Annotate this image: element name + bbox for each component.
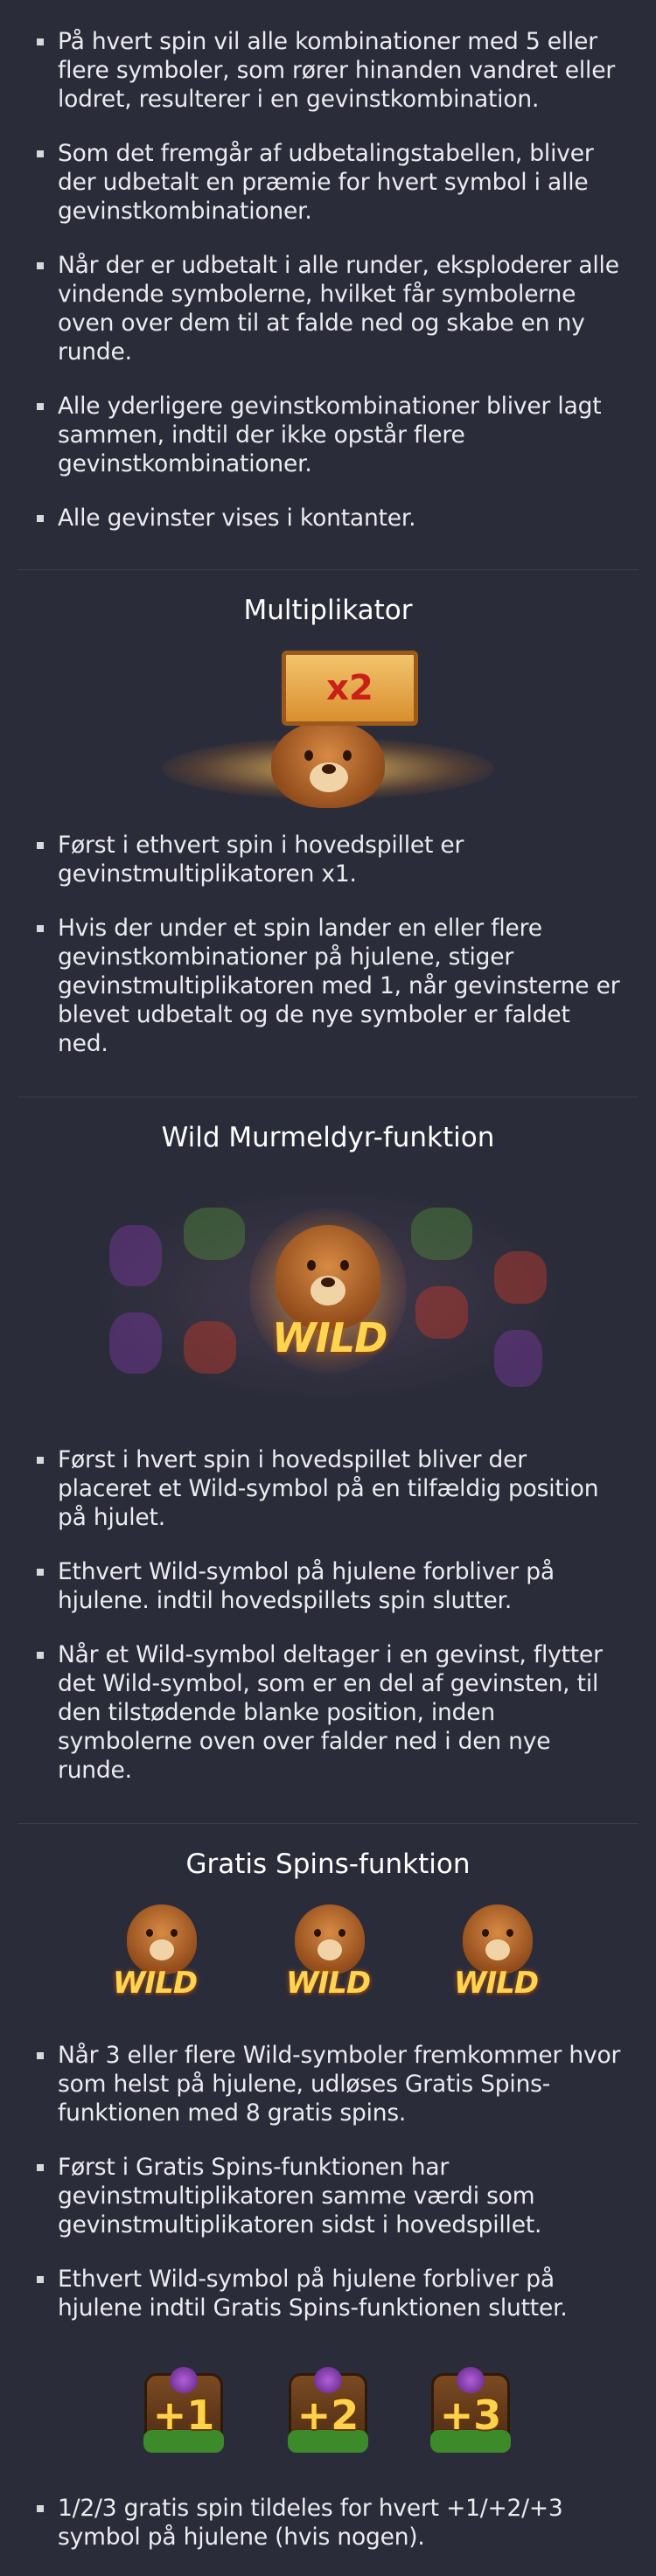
free-spins-rules-list: Når 3 eller flere Wild-symboler fremkomm… xyxy=(0,2041,656,2322)
bullet-icon xyxy=(37,2276,44,2283)
wild-symbol-text: WILD xyxy=(286,1966,371,2001)
bullet-icon xyxy=(37,925,44,932)
plus-one-symbol: +1 xyxy=(143,2367,224,2453)
list-item: 1/2/3 gratis spin tildeles for hvert +1/… xyxy=(35,2494,621,2552)
bullet-icon xyxy=(37,515,44,522)
rule-text: Når der er udbetalt i alle runder, ekspl… xyxy=(58,252,619,366)
multiplier-section: Multiplikator x2 Først i ethvert spin i … xyxy=(0,570,656,1058)
wild-rules-list: Først i hvert spin i hovedspillet bliver… xyxy=(0,1445,656,1785)
list-item: Alle yderligere gevinstkombinationer bli… xyxy=(35,392,621,478)
wild-section: Wild Murmeldyr-funktion WILD Først i hve… xyxy=(0,1097,656,1785)
beaver-icon xyxy=(463,1904,533,1974)
rule-text: Ethvert Wild-symbol på hjulene forbliver… xyxy=(58,1558,555,1614)
beaver-icon xyxy=(127,1904,197,1974)
list-item: Alle gevinster vises i kontanter. xyxy=(35,504,621,533)
wild-symbol: WILD xyxy=(269,1901,391,2006)
plus-symbol-text: +2 xyxy=(297,2392,359,2439)
multiplier-sign: x2 xyxy=(282,651,418,726)
multiplier-image: x2 xyxy=(144,642,512,808)
bullet-icon xyxy=(37,2052,44,2059)
bullet-icon xyxy=(37,150,44,157)
list-item: Først i hvert spin i hovedspillet bliver… xyxy=(35,1445,621,1532)
wild-symbol: WILD xyxy=(101,1901,223,2006)
plus-symbols-rules-list: 1/2/3 gratis spin tildeles for hvert +1/… xyxy=(0,2494,656,2552)
list-item: Ethvert Wild-symbol på hjulene forbliver… xyxy=(35,1557,621,1615)
plus-symbol-text: +3 xyxy=(439,2392,502,2439)
list-item: Når der er udbetalt i alle runder, ekspl… xyxy=(35,251,621,366)
bullet-icon xyxy=(37,2164,44,2171)
grape-icon xyxy=(494,1330,542,1387)
bullet-icon xyxy=(37,38,44,45)
free-spins-section: Gratis Spins-funktion WILD WILD WILD Når… xyxy=(0,1824,656,2552)
bullet-icon xyxy=(37,1569,44,1576)
list-item: Når 3 eller flere Wild-symboler fremkomm… xyxy=(35,2041,621,2127)
grape-icon xyxy=(109,1312,162,1374)
rule-text: Først i hvert spin i hovedspillet bliver… xyxy=(58,1446,599,1531)
list-item: På hvert spin vil alle kombinationer med… xyxy=(35,27,621,114)
grape-icon xyxy=(314,2367,342,2393)
bullet-icon xyxy=(37,262,44,269)
bullet-icon xyxy=(37,842,44,849)
list-item: Når et Wild-symbol deltager i en gevinst… xyxy=(35,1640,621,1785)
section-title: Gratis Spins-funktion xyxy=(185,1848,471,1880)
rule-text: Alle yderligere gevinstkombinationer bli… xyxy=(58,393,602,477)
wild-symbols-row: WILD WILD WILD xyxy=(101,1901,555,2006)
rule-text: Ethvert Wild-symbol på hjulene forbliver… xyxy=(58,2266,568,2322)
rule-text: Som det fremgår af udbetalingstabellen, … xyxy=(58,140,594,225)
section-title: Wild Murmeldyr-funktion xyxy=(161,1122,495,1153)
plus-two-symbol: +2 xyxy=(288,2367,368,2453)
list-item: Ethvert Wild-symbol på hjulene forbliver… xyxy=(35,2265,621,2322)
section-title: Multiplikator xyxy=(243,595,413,626)
rule-text: Først i Gratis Spins-funktionen har gevi… xyxy=(58,2154,542,2238)
melon-icon xyxy=(184,1208,245,1260)
bullet-icon xyxy=(37,1652,44,1659)
sign-text: x2 xyxy=(326,668,373,708)
wild-symbol: WILD xyxy=(436,1901,559,2006)
rule-text: På hvert spin vil alle kombinationer med… xyxy=(58,28,616,113)
bullet-icon xyxy=(37,2505,44,2512)
rule-text: Når et Wild-symbol deltager i en gevinst… xyxy=(58,1641,603,1784)
strawberry-icon xyxy=(494,1251,547,1304)
beaver-icon xyxy=(295,1904,365,1974)
strawberry-icon xyxy=(184,1321,236,1374)
strawberry-icon xyxy=(415,1286,468,1339)
beaver-icon xyxy=(271,721,385,808)
multiplier-rules-list: Først i ethvert spin i hovedspillet er g… xyxy=(0,831,656,1058)
plus-symbols-row: +1 +2 +3 xyxy=(143,2363,512,2459)
rule-text: Når 3 eller flere Wild-symboler fremkomm… xyxy=(58,2042,621,2127)
bullet-icon xyxy=(37,403,44,410)
rule-text: Alle gevinster vises i kontanter. xyxy=(58,505,416,532)
grape-icon xyxy=(109,1225,162,1286)
plus-three-symbol: +3 xyxy=(430,2367,511,2453)
intro-section: På hvert spin vil alle kombinationer med… xyxy=(0,0,656,533)
list-item: Først i Gratis Spins-funktionen har gevi… xyxy=(35,2153,621,2239)
rule-text: 1/2/3 gratis spin tildeles for hvert +1/… xyxy=(58,2495,563,2551)
list-item: Hvis der under et spin lander en eller f… xyxy=(35,914,621,1058)
intro-rules-list: På hvert spin vil alle kombinationer med… xyxy=(0,27,656,533)
list-item: Først i ethvert spin i hovedspillet er g… xyxy=(35,831,621,888)
bullet-icon xyxy=(37,1457,44,1464)
grape-icon xyxy=(457,2367,485,2393)
wild-symbol-text: WILD xyxy=(113,1966,198,2001)
grape-icon xyxy=(170,2367,198,2393)
wild-symbol-text: WILD xyxy=(454,1966,539,2001)
wild-symbol-text: WILD xyxy=(272,1314,387,1361)
melon-icon xyxy=(411,1208,472,1260)
rule-text: Først i ethvert spin i hovedspillet er g… xyxy=(58,832,464,888)
rule-text: Hvis der under et spin lander en eller f… xyxy=(58,915,620,1057)
plus-symbol-text: +1 xyxy=(152,2392,215,2439)
wild-feature-image: WILD xyxy=(101,1190,555,1400)
list-item: Som det fremgår af udbetalingstabellen, … xyxy=(35,139,621,226)
